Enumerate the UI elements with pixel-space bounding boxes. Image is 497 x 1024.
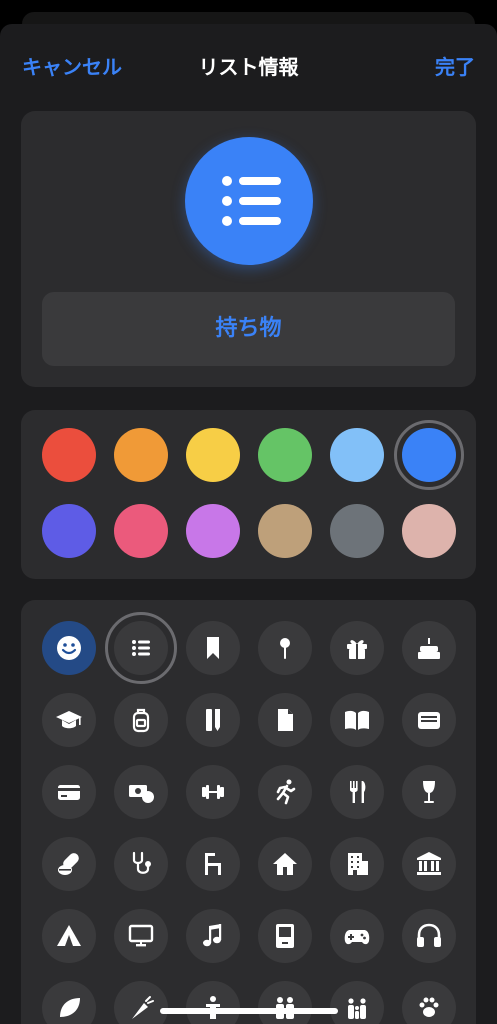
done-button[interactable]: 完了: [435, 51, 475, 80]
graduation-cap-icon[interactable]: [42, 693, 96, 747]
smiley-icon[interactable]: [42, 621, 96, 675]
carrot-icon[interactable]: [114, 981, 168, 1024]
page-title: リスト情報: [198, 55, 299, 79]
list-bullet-icon: [184, 137, 313, 265]
chair-icon[interactable]: [186, 837, 240, 891]
color-swatch-blue[interactable]: [394, 420, 464, 490]
dumbbell-icon[interactable]: [186, 765, 240, 819]
book-icon[interactable]: [330, 693, 384, 747]
credit-card-icon[interactable]: [42, 765, 96, 819]
list-info-sheet: キャンセル リスト情報 完了 持ち物: [0, 24, 497, 1024]
color-swatch-yellow[interactable]: [186, 428, 240, 482]
family-icon[interactable]: [330, 981, 384, 1024]
color-swatch-light-blue[interactable]: [330, 428, 384, 482]
color-swatch-pink[interactable]: [114, 504, 168, 558]
list-preview-card: 持ち物: [21, 111, 476, 387]
color-swatch-orange[interactable]: [114, 428, 168, 482]
fork-knife-icon[interactable]: [330, 765, 384, 819]
document-icon[interactable]: [258, 693, 312, 747]
pin-icon[interactable]: [258, 621, 312, 675]
navigation-bar: キャンセル リスト情報 完了: [0, 24, 497, 100]
color-swatch-gray[interactable]: [330, 504, 384, 558]
color-swatch-red[interactable]: [42, 428, 96, 482]
stethoscope-icon[interactable]: [114, 837, 168, 891]
leaf-icon[interactable]: [42, 981, 96, 1024]
money-icon[interactable]: [114, 765, 168, 819]
wallet-icon[interactable]: [402, 693, 456, 747]
bookmark-icon[interactable]: [186, 621, 240, 675]
pills-icon[interactable]: [42, 837, 96, 891]
headphones-icon[interactable]: [402, 909, 456, 963]
person-icon[interactable]: [186, 981, 240, 1024]
building-icon[interactable]: [330, 837, 384, 891]
color-swatch-indigo[interactable]: [42, 504, 96, 558]
computer-icon[interactable]: [258, 909, 312, 963]
color-swatch-brown[interactable]: [258, 504, 312, 558]
color-swatch-rose[interactable]: [402, 504, 456, 558]
list-bullet-icon[interactable]: [105, 612, 177, 684]
house-icon[interactable]: [258, 837, 312, 891]
color-picker: [21, 410, 476, 579]
tent-icon[interactable]: [42, 909, 96, 963]
wine-glass-icon[interactable]: [402, 765, 456, 819]
birthday-cake-icon[interactable]: [402, 621, 456, 675]
color-swatch-purple[interactable]: [186, 504, 240, 558]
running-icon[interactable]: [258, 765, 312, 819]
music-note-icon[interactable]: [186, 909, 240, 963]
gamepad-icon[interactable]: [330, 909, 384, 963]
list-name-field[interactable]: 持ち物: [42, 292, 455, 366]
backpack-icon[interactable]: [114, 693, 168, 747]
ruler-pencil-icon[interactable]: [186, 693, 240, 747]
gift-icon[interactable]: [330, 621, 384, 675]
monitor-icon[interactable]: [114, 909, 168, 963]
home-indicator: [159, 1008, 338, 1014]
people-icon[interactable]: [258, 981, 312, 1024]
color-swatch-green[interactable]: [258, 428, 312, 482]
bank-icon[interactable]: [402, 837, 456, 891]
icon-picker: [21, 600, 476, 1024]
paw-icon[interactable]: [402, 981, 456, 1024]
